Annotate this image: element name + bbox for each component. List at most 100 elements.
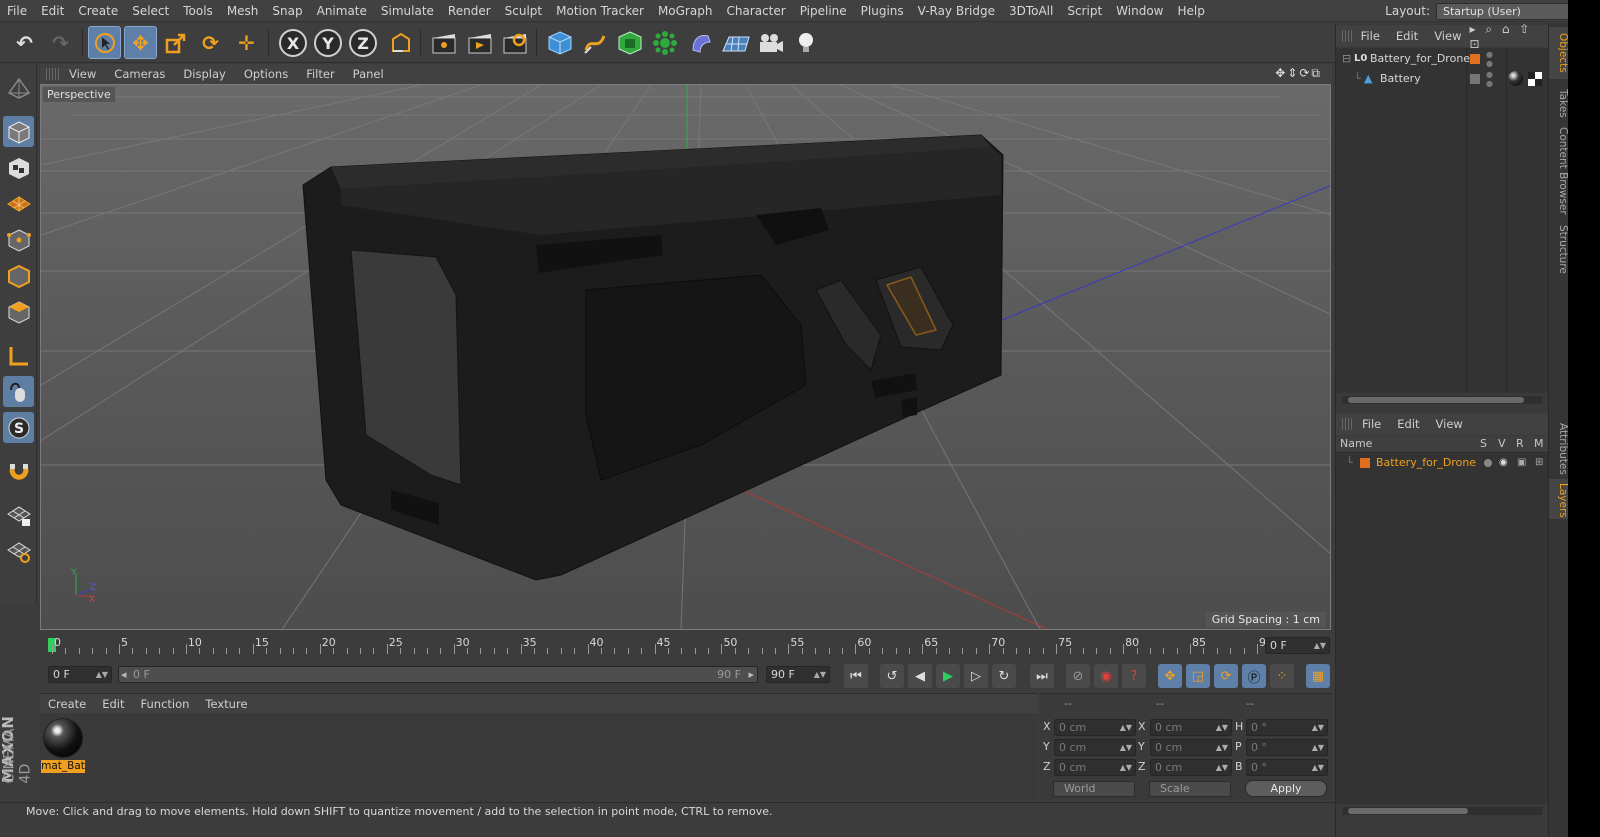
points-mode-icon[interactable] [3,224,34,255]
menu-window[interactable]: Window [1109,0,1170,22]
menu-render[interactable]: Render [441,0,498,22]
viewport-menu-panel[interactable]: Panel [344,67,393,81]
viewport-camera-label[interactable]: Perspective [43,87,115,102]
objects-panel-tools-icons[interactable]: ▸ ⌕ ⌂ ⇧ ⊡ [1469,22,1543,51]
select-tool-icon[interactable] [88,26,121,59]
menu-tools[interactable]: Tools [176,0,220,22]
position-y-field[interactable]: 0 cm ▲▼ [1054,739,1136,756]
layer-color-swatch[interactable] [1470,54,1480,64]
texture-tag-icon[interactable] [1528,72,1542,86]
menu-vray-bridge[interactable]: V-Ray Bridge [911,0,1002,22]
model-mode-icon[interactable] [3,116,34,147]
key-rotation-icon[interactable]: ⟳ [1214,664,1238,688]
key-point-level-icon[interactable]: ⁘ [1270,664,1294,688]
timeline-window-icon[interactable]: ▦ [1306,664,1330,688]
go-to-start-icon[interactable]: ⏮ [844,664,868,688]
tab-layers[interactable]: Layers [1549,479,1569,519]
perspective-viewport[interactable]: Y Z X Perspective Grid Spacing : 1 cm [40,84,1331,630]
layers-menu-view[interactable]: View [1428,417,1471,431]
cloner-icon[interactable] [648,26,681,59]
viewport-menu-cameras[interactable]: Cameras [105,67,174,81]
size-mode-dropdown[interactable]: Scale [1149,781,1231,797]
viewport-navigation-icons[interactable]: ✥⇕⟳⧉ [1275,66,1322,81]
material-menu-texture[interactable]: Texture [197,697,255,711]
panel-grip-icon[interactable] [46,68,60,80]
tree-item-battery-for-drone[interactable]: ⊟ L0 Battery_for_Drone ● ● [1336,50,1549,68]
tab-takes[interactable]: Takes [1549,83,1569,123]
menu-sculpt[interactable]: Sculpt [498,0,549,22]
previous-frame-icon[interactable]: ◀ [908,664,932,688]
viewport-menu-filter[interactable]: Filter [297,67,343,81]
visibility-dots-icon[interactable]: ● ● [1486,70,1493,88]
render-view-icon[interactable] [427,26,460,59]
menu-select[interactable]: Select [125,0,176,22]
scale-tool-icon[interactable] [159,26,192,59]
layers-horizontal-scrollbar[interactable] [1342,807,1542,815]
edges-mode-icon[interactable] [3,260,34,291]
apply-button[interactable]: Apply [1245,780,1327,797]
visibility-eye-icon[interactable]: ◉ [1499,454,1508,472]
y-axis-lock-icon[interactable]: Y [314,29,342,57]
move-tool-icon[interactable]: ✥ [124,26,157,59]
snap-magnet-icon[interactable] [3,456,34,487]
coordinate-space-dropdown[interactable]: World [1053,781,1135,797]
material-name-label[interactable]: mat_Bat [41,760,85,773]
menu-file[interactable]: File [0,0,34,22]
menu-motion-tracker[interactable]: Motion Tracker [549,0,651,22]
size-y-field[interactable]: 0 cm ▲▼ [1150,739,1232,756]
key-position-icon[interactable]: ✥ [1158,664,1182,688]
menu-pipeline[interactable]: Pipeline [793,0,854,22]
key-scale-icon[interactable]: ◲ [1186,664,1210,688]
key-parameter-icon[interactable]: Ⓟ [1242,664,1266,688]
size-z-field[interactable]: 0 cm ▲▼ [1150,759,1232,776]
play-icon[interactable]: ▶ [936,664,960,688]
end-frame-field[interactable]: 90 F ▲▼ [766,666,830,683]
objects-menu-file[interactable]: File [1353,29,1388,43]
previous-key-icon[interactable]: ↺ [880,664,904,688]
layers-menu-file[interactable]: File [1354,417,1389,431]
solo-toggle-icon[interactable] [1484,459,1492,467]
tab-content-browser[interactable]: Content Browser [1549,123,1569,219]
timeline-ruler[interactable]: 051015202530354045505560657075808590 [48,636,1273,656]
menu-character[interactable]: Character [719,0,792,22]
undo-icon[interactable]: ↶ [8,26,41,59]
subdivision-surface-icon[interactable] [613,26,646,59]
size-x-field[interactable]: 0 cm ▲▼ [1150,719,1232,736]
camera-icon[interactable] [754,26,787,59]
x-axis-lock-icon[interactable]: X [279,29,307,57]
start-frame-field[interactable]: 0 F ▲▼ [48,666,112,683]
next-key-icon[interactable]: ↻ [992,664,1016,688]
redo-icon[interactable]: ↷ [44,26,77,59]
menu-plugins[interactable]: Plugins [854,0,911,22]
visibility-dots-icon[interactable]: ● ● [1486,50,1493,68]
viewport-menu-options[interactable]: Options [235,67,297,81]
layer-item[interactable]: └ Battery_for_Drone ◉ ▣ ⊞ [1336,454,1549,472]
z-axis-lock-icon[interactable]: Z [349,29,377,57]
material-preview-sphere[interactable] [43,718,83,758]
menu-simulate[interactable]: Simulate [374,0,441,22]
position-z-field[interactable]: 0 cm ▲▼ [1054,759,1136,776]
position-x-field[interactable]: 0 cm ▲▼ [1054,719,1136,736]
render-toggle-icon[interactable]: ▣ [1517,454,1526,472]
rotate-tool-icon[interactable]: ⟳ [194,26,227,59]
panel-grip-icon[interactable] [1342,30,1353,42]
rotation-b-field[interactable]: 0 ° ▲▼ [1246,759,1328,776]
menu-animate[interactable]: Animate [310,0,374,22]
frame-range-slider[interactable]: ◂ 0 F 90 F ▸ [118,666,758,683]
menu-snap[interactable]: Snap [265,0,309,22]
material-menu-function[interactable]: Function [133,697,198,711]
render-picture-viewer-icon[interactable] [463,26,496,59]
keyframe-selection-icon[interactable]: ? [1122,664,1146,688]
auto-keying-icon[interactable]: ◉ [1094,664,1118,688]
layers-menu-edit[interactable]: Edit [1389,417,1427,431]
menu-3dtoall[interactable]: 3DToAll [1002,0,1060,22]
make-editable-icon[interactable] [3,72,34,103]
light-icon[interactable] [789,26,822,59]
coordinate-system-icon[interactable] [384,26,417,59]
menu-mesh[interactable]: Mesh [220,0,266,22]
go-to-end-icon[interactable]: ⏭ [1030,664,1054,688]
workplane-mode-icon[interactable] [3,188,34,219]
axis-mode-icon[interactable] [3,340,34,371]
menu-help[interactable]: Help [1170,0,1211,22]
tab-objects[interactable]: Objects [1549,27,1569,79]
